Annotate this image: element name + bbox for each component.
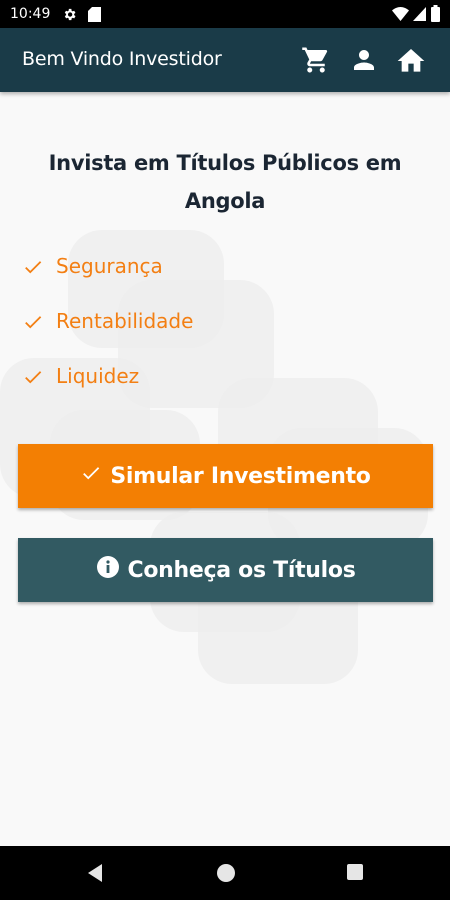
settings-icon — [62, 7, 77, 27]
home-circle-icon[interactable] — [216, 863, 236, 888]
check-icon — [22, 256, 44, 283]
app-bar: Bem Vindo Investidor — [0, 28, 450, 92]
learn-titles-button[interactable]: Conheça os Títulos — [18, 538, 433, 602]
status-time: 10:49 — [10, 6, 51, 22]
wifi-icon — [392, 7, 409, 26]
check-icon — [22, 311, 44, 338]
feature-label: Segurança — [56, 254, 163, 278]
person-icon[interactable] — [349, 45, 379, 75]
system-nav-bar — [0, 846, 450, 900]
app-title: Bem Vindo Investidor — [22, 48, 222, 70]
battery-icon — [431, 5, 440, 27]
feature-label: Rentabilidade — [56, 309, 194, 333]
cart-icon[interactable] — [301, 45, 331, 75]
sd-card-icon — [88, 7, 101, 27]
simulate-investment-label: Simular Investimento — [110, 463, 371, 489]
check-icon — [80, 462, 102, 490]
status-bar: 10:49 — [0, 0, 450, 28]
info-icon — [96, 555, 120, 585]
home-icon[interactable] — [395, 45, 425, 75]
recents-icon[interactable] — [346, 863, 364, 886]
back-icon[interactable] — [86, 863, 104, 888]
check-icon — [22, 366, 44, 393]
simulate-investment-button[interactable]: Simular Investimento — [18, 444, 433, 508]
main-content: Invista em Títulos Públicos em Angola Se… — [0, 92, 450, 846]
page-headline: Invista em Títulos Públicos em Angola — [48, 151, 402, 213]
feature-label: Liquidez — [56, 364, 140, 388]
learn-titles-label: Conheça os Títulos — [127, 557, 356, 583]
signal-icon — [413, 7, 426, 26]
